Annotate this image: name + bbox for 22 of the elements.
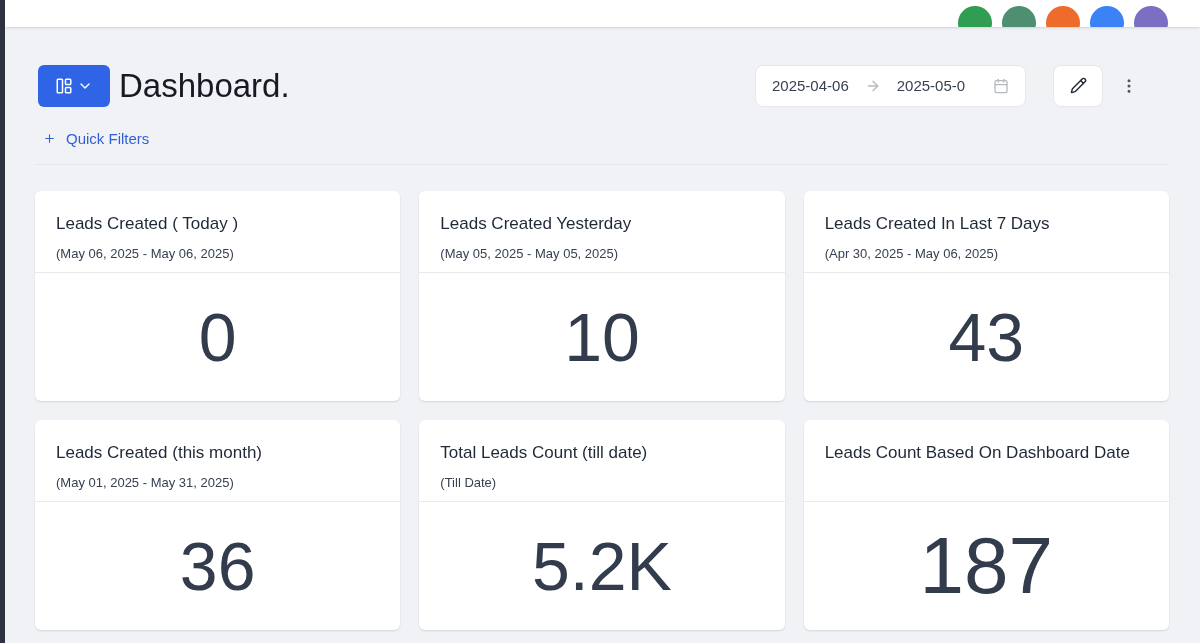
stat-value: 43 xyxy=(948,298,1025,377)
stat-value: 187 xyxy=(919,520,1054,612)
card-title: Leads Created Yesterday xyxy=(440,213,633,235)
card-subtitle: (May 01, 2025 - May 31, 2025) xyxy=(56,473,235,492)
date-range-field[interactable]: 2025-04-06 2025-05-0 xyxy=(755,64,1026,107)
stat-value: 0 xyxy=(198,298,237,377)
stat-value: 10 xyxy=(564,298,640,377)
card-title: Leads Created In Last 7 Days xyxy=(824,213,1051,235)
end-date: 2025-05-0 xyxy=(896,75,966,96)
card-title: Total Leads Count (till date) xyxy=(440,442,649,464)
card-title: Leads Created (this month) xyxy=(56,442,263,464)
card-subtitle: (May 05, 2025 - May 05, 2025) xyxy=(440,244,620,263)
stat-value: 5.2K xyxy=(532,527,672,606)
card-title: Leads Count Based On Dashboard Date xyxy=(824,442,1131,464)
card-title: Leads Created ( Today ) xyxy=(56,213,240,235)
card-subtitle: (Apr 30, 2025 - May 06, 2025) xyxy=(824,244,1000,263)
card-subtitle: (May 06, 2025 - May 06, 2025) xyxy=(56,244,235,263)
card-subtitle: (Till Date) xyxy=(440,473,498,492)
quick-filters-link[interactable]: Quick Filters xyxy=(43,127,150,150)
stat-value: 36 xyxy=(179,527,256,606)
start-date: 2025-04-06 xyxy=(772,75,849,96)
page-title: Dashboard. xyxy=(119,66,290,106)
